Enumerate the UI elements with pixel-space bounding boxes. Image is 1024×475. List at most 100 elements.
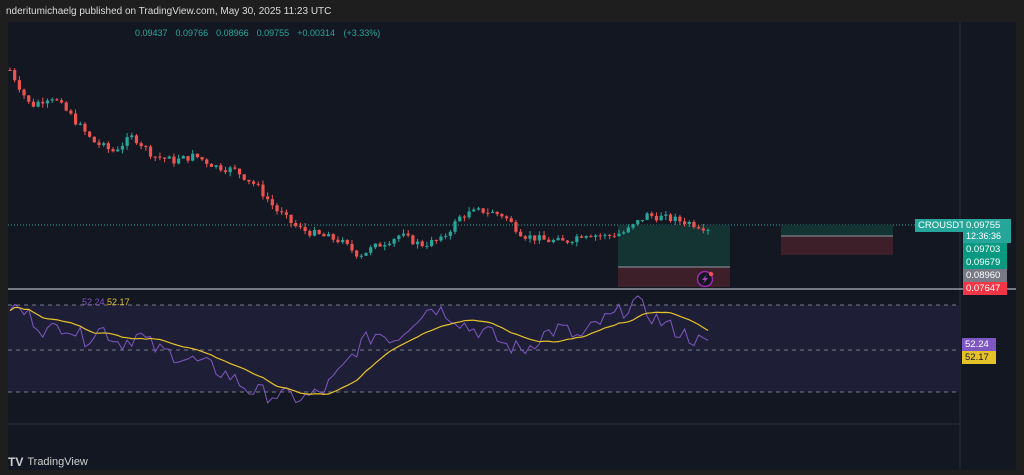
- candle: [439, 236, 443, 241]
- candle: [420, 241, 424, 247]
- candle: [392, 239, 396, 244]
- candle: [598, 235, 602, 237]
- candle: [537, 235, 541, 241]
- candle: [701, 228, 705, 231]
- candle: [500, 214, 504, 217]
- candle: [673, 216, 677, 222]
- candle: [350, 243, 354, 251]
- candle: [73, 113, 78, 125]
- candle: [664, 214, 668, 216]
- rsi-band: [8, 305, 960, 392]
- candle: [401, 233, 406, 236]
- candle: [373, 243, 377, 248]
- candle: [612, 235, 616, 237]
- tradingview-logo[interactable]: TV TradingView: [8, 455, 88, 469]
- candle: [41, 101, 45, 104]
- rsi-ma-tag: 52.17: [962, 351, 996, 364]
- candle: [542, 235, 546, 240]
- candle: [509, 218, 513, 223]
- candle: [570, 242, 574, 244]
- candle: [533, 235, 537, 241]
- candle: [519, 231, 523, 237]
- candle: [603, 234, 607, 236]
- candle: [280, 211, 284, 213]
- candle: [565, 240, 570, 243]
- short-position-profit-zone: [781, 225, 893, 236]
- candle: [345, 240, 349, 244]
- candle: [275, 205, 279, 212]
- candle: [106, 143, 110, 150]
- candle: [181, 156, 185, 159]
- candle: [228, 167, 232, 173]
- candle: [237, 168, 242, 175]
- candle: [308, 231, 312, 236]
- candle: [139, 143, 143, 147]
- candle: [617, 233, 621, 237]
- candle: [430, 240, 434, 246]
- candle: [45, 100, 50, 104]
- candle: [631, 224, 635, 228]
- candle: [411, 235, 415, 245]
- candle: [425, 245, 429, 247]
- candle: [22, 89, 26, 96]
- candle: [59, 100, 64, 103]
- candle: [608, 234, 612, 236]
- last-price-tag: 0.09755 12:36:36: [963, 219, 1011, 243]
- candle: [251, 181, 256, 184]
- lightning-icon[interactable]: [696, 270, 714, 288]
- candle: [687, 221, 691, 225]
- candle: [27, 95, 31, 102]
- candle: [462, 216, 467, 218]
- candle: [8, 70, 12, 71]
- candle: [200, 157, 204, 160]
- candle: [312, 230, 317, 236]
- candle: [640, 219, 645, 221]
- candle: [17, 80, 21, 90]
- last-price: 0.09755: [966, 220, 1001, 231]
- candle: [284, 212, 288, 215]
- candle: [476, 208, 481, 210]
- candle: [678, 216, 682, 222]
- candle: [523, 236, 527, 239]
- candle: [116, 149, 120, 152]
- candle: [31, 101, 36, 107]
- candle: [355, 250, 359, 257]
- candle: [92, 136, 96, 143]
- candle: [369, 247, 373, 253]
- candle: [36, 101, 40, 107]
- price-chart[interactable]: [0, 0, 1024, 475]
- candle: [120, 145, 125, 150]
- candle: [626, 227, 630, 233]
- candle: [205, 159, 209, 164]
- candle: [247, 179, 251, 182]
- candle: [472, 209, 476, 212]
- candle: [584, 236, 588, 238]
- candle: [242, 174, 246, 180]
- candle: [387, 243, 392, 246]
- candle: [13, 70, 17, 81]
- candle: [162, 157, 167, 159]
- candle: [490, 211, 495, 213]
- candle: [144, 146, 148, 148]
- candle: [261, 184, 265, 197]
- rsi-legend-ma: 52.17: [107, 297, 130, 307]
- candle: [654, 215, 659, 221]
- candle: [111, 149, 115, 152]
- candle: [453, 221, 457, 232]
- candle: [415, 241, 420, 245]
- candle: [467, 211, 471, 218]
- tv-logo-icon: TV: [8, 455, 24, 469]
- price-level-tag: 0.07647: [963, 282, 1007, 295]
- candle: [378, 243, 382, 247]
- rsi-legend-value: 52.24: [82, 297, 105, 307]
- candle: [692, 221, 696, 228]
- candle: [233, 167, 237, 169]
- candle: [645, 213, 649, 220]
- rsi-value-tag: 52.24: [962, 338, 996, 351]
- countdown: 12:36:36: [966, 231, 1002, 241]
- candle: [69, 110, 73, 114]
- candle: [448, 231, 452, 236]
- candle: [589, 236, 593, 238]
- candle: [186, 156, 190, 161]
- candle: [495, 211, 499, 215]
